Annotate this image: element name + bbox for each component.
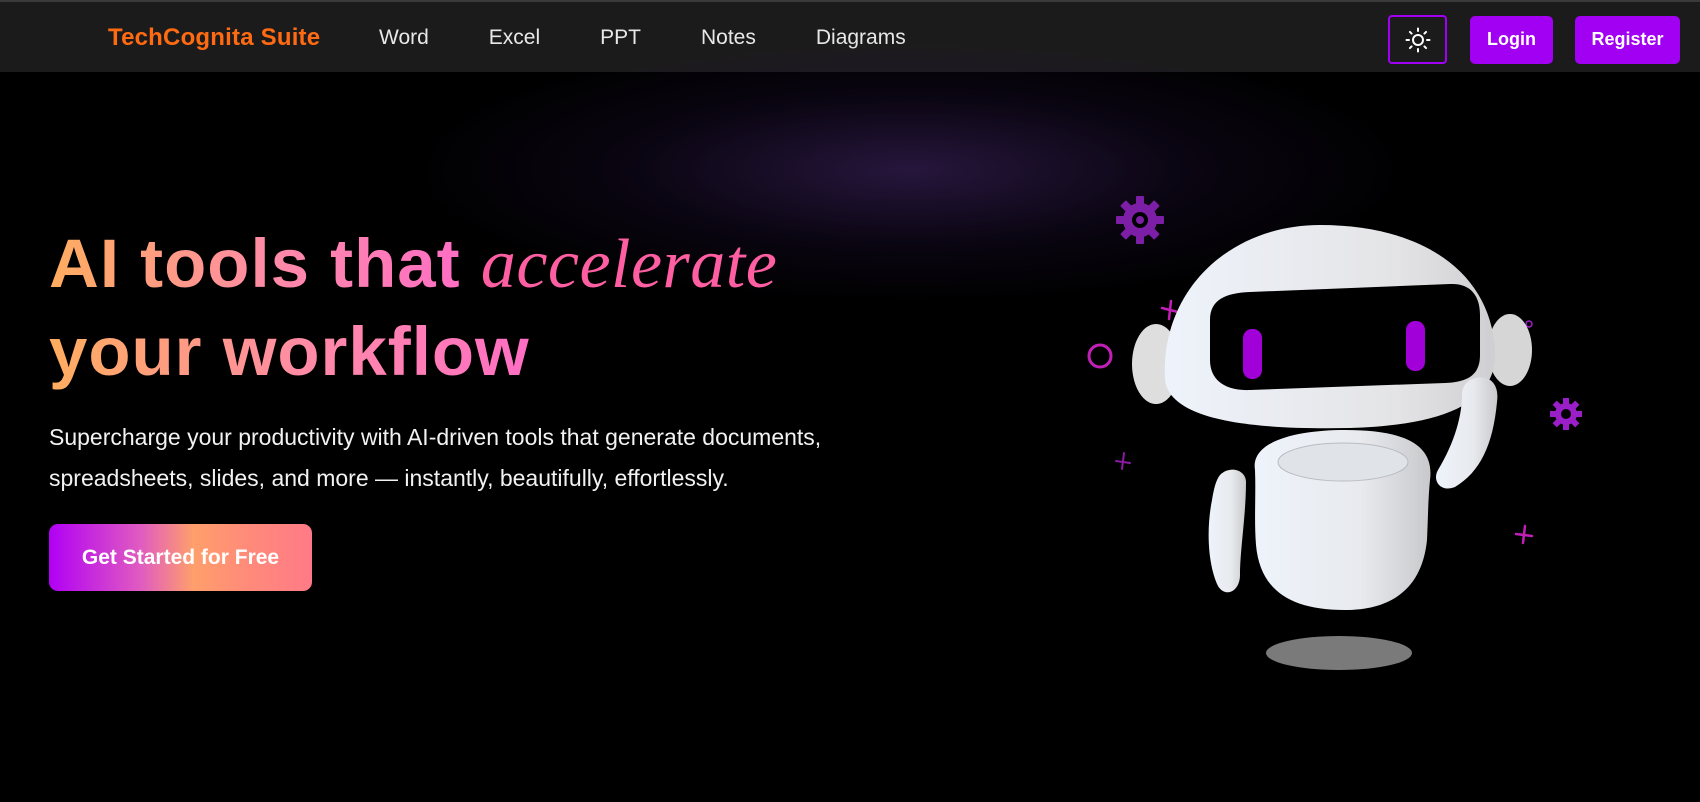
plus-icon <box>1115 452 1131 470</box>
robot-icon <box>1087 196 1582 670</box>
hero-subtitle: Supercharge your productivity with AI-dr… <box>49 417 899 499</box>
plus-icon <box>1514 524 1534 545</box>
circle-icon <box>1087 343 1113 369</box>
nav-actions: Login Register <box>1388 15 1680 64</box>
gear-icon <box>1116 196 1164 244</box>
headline-accent: accelerate <box>480 226 778 303</box>
hero-section: AI tools that accelerate your workflow S… <box>49 220 929 499</box>
login-button[interactable]: Login <box>1470 15 1553 64</box>
headline-part1: AI tools that <box>49 225 461 302</box>
theme-toggle-button[interactable] <box>1388 15 1447 64</box>
robot-illustration <box>1070 180 1610 680</box>
get-started-button[interactable]: Get Started for Free <box>49 524 312 591</box>
hero-headline: AI tools that accelerate your workflow <box>49 220 929 395</box>
nav-link-diagrams[interactable]: Diagrams <box>816 26 906 50</box>
nav-link-notes[interactable]: Notes <box>701 26 756 50</box>
nav-link-ppt[interactable]: PPT <box>600 26 641 50</box>
subtitle-line-2: spreadsheets, slides, and more — instant… <box>49 465 729 491</box>
nav-link-word[interactable]: Word <box>379 26 429 50</box>
gear-icon <box>1550 398 1582 430</box>
sun-icon <box>1405 27 1430 52</box>
main-nav: Word Excel PPT Notes Diagrams <box>379 26 966 50</box>
top-navbar: TechCognita Suite Word Excel PPT Notes D… <box>0 0 1700 72</box>
nav-link-excel[interactable]: Excel <box>489 26 540 50</box>
subtitle-line-1: Supercharge your productivity with AI-dr… <box>49 424 822 450</box>
headline-part2: your workflow <box>49 313 530 390</box>
brand-logo[interactable]: TechCognita Suite <box>108 24 320 52</box>
register-button[interactable]: Register <box>1575 15 1680 64</box>
